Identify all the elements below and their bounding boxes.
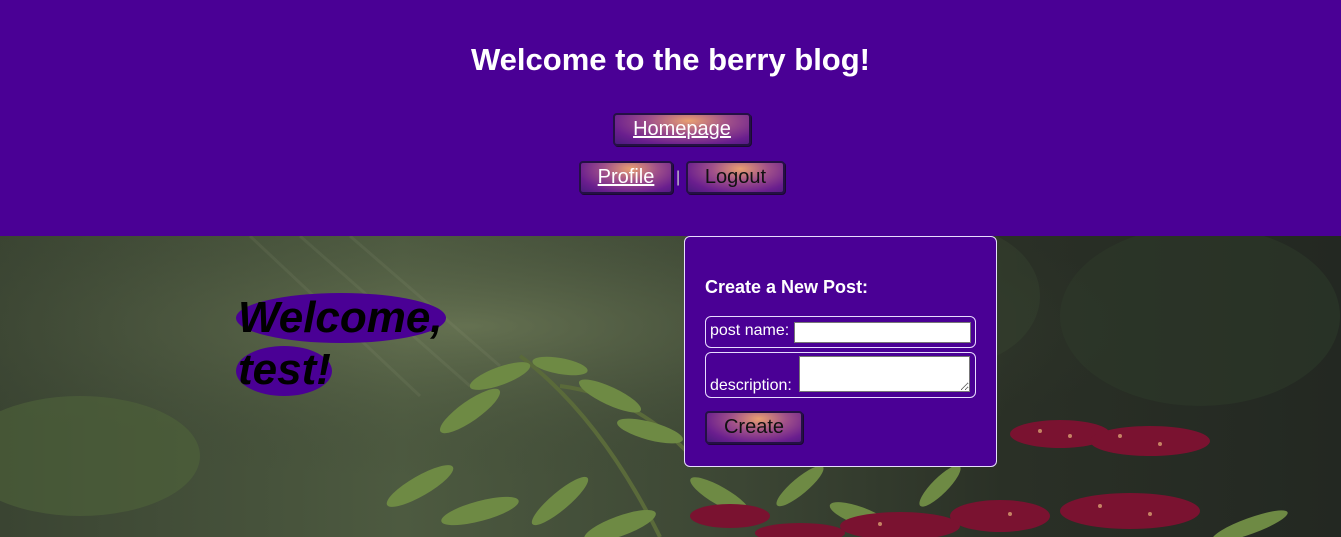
- description-input[interactable]: [799, 356, 970, 392]
- welcome-username: test!: [238, 345, 331, 394]
- description-label: description:: [710, 377, 792, 394]
- nav-separator: |: [676, 169, 681, 186]
- site-title: Welcome to the berry blog!: [470, 42, 871, 77]
- create-button[interactable]: Create: [705, 411, 803, 444]
- post-name-field: post name:: [705, 316, 976, 348]
- form-title: Create a New Post:: [705, 277, 869, 297]
- new-post-form: Create a New Post: post name: descriptio…: [684, 236, 997, 467]
- homepage-button[interactable]: Homepage: [613, 113, 751, 146]
- post-name-label: post name:: [710, 322, 790, 339]
- welcome-line: Welcome,: [238, 293, 443, 342]
- post-name-input[interactable]: [794, 322, 971, 343]
- background-foliage: [0, 236, 1341, 537]
- logout-button[interactable]: Logout: [686, 161, 785, 194]
- description-field: description:: [705, 352, 976, 398]
- background-image: [0, 236, 1341, 537]
- site-header: Welcome to the berry blog! Homepage Prof…: [0, 0, 1341, 236]
- profile-button[interactable]: Profile: [579, 161, 673, 194]
- welcome-message: Welcome, test!: [238, 292, 488, 396]
